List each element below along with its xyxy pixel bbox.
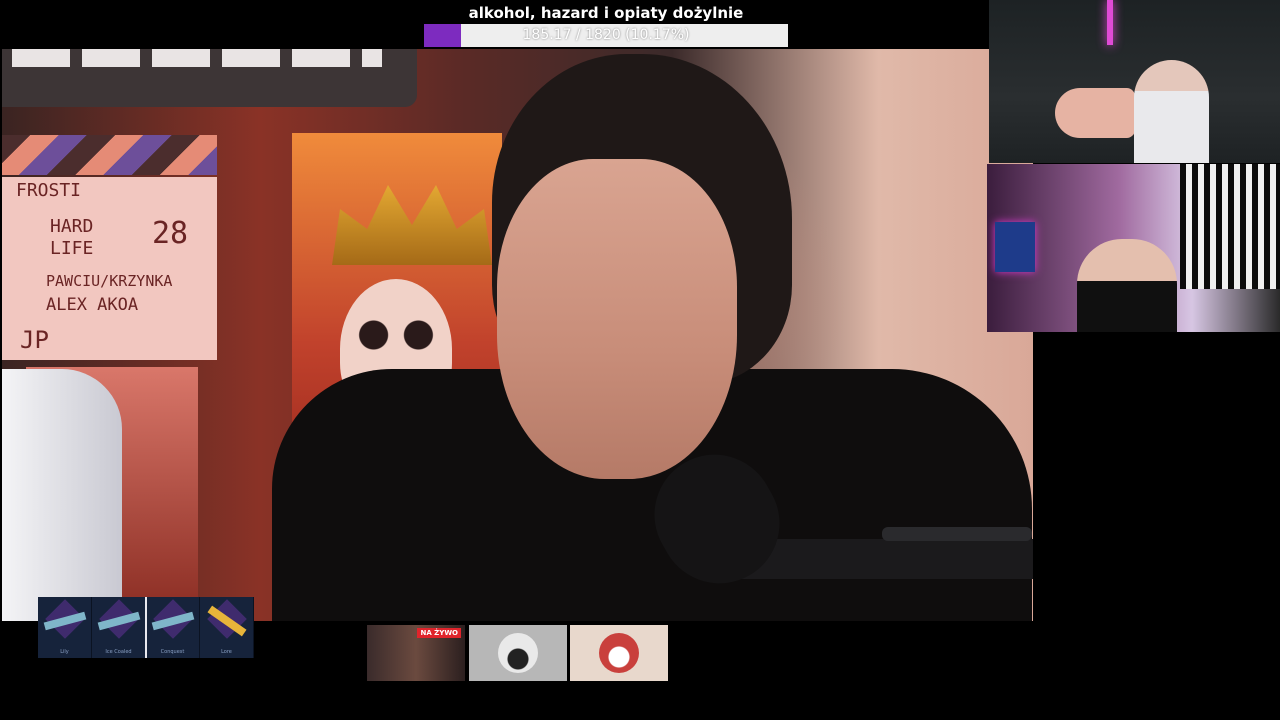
live-badge: NA ŻYWO [417, 628, 461, 638]
clapperboard: FROSTI HARD LIFE 28 PAWCIU/KRZYNKA ALEX … [2, 177, 217, 360]
money-thumbnail[interactable] [570, 625, 668, 681]
case-item: Conquest [146, 597, 200, 658]
clapper-initials: JP [20, 326, 49, 354]
case-item-caption: Lily [60, 649, 69, 655]
gun-icon [43, 611, 87, 631]
clapper-names-2: ALEX AKOA [46, 295, 139, 315]
gamer-legs [1055, 88, 1135, 138]
case-selector-marker [145, 597, 147, 658]
host-face [497, 159, 737, 479]
clapper-scene-2: LIFE [50, 238, 94, 259]
case-item: Ice Coaled [92, 597, 146, 658]
guest-shoulder [2, 369, 122, 621]
car-avatar-icon [498, 633, 538, 673]
live-stream-thumbnail[interactable]: NA ŻYWO [367, 625, 465, 681]
knife-icon [207, 605, 247, 637]
case-item-caption: Ice Coaled [105, 649, 132, 655]
mic-arm-upper [882, 527, 1032, 541]
clapperboard-stripes [2, 135, 217, 175]
car-thumbnail[interactable] [469, 625, 567, 681]
goal-progress-text: 185.17 / 1820 (10.17%) [522, 27, 690, 43]
clapper-scene-1: HARD [50, 216, 94, 237]
money-avatar-icon [599, 633, 639, 673]
striped-curtain [1180, 164, 1280, 289]
gun-icon [97, 611, 141, 631]
webcam-bottom [987, 164, 1280, 332]
clapper-take: 28 [152, 216, 189, 251]
clapper-title: FROSTI [16, 180, 82, 201]
goal-title: alkohol, hazard i opiaty dożylnie [468, 4, 744, 22]
arcade-machine-icon [995, 222, 1035, 272]
gamer-person [1134, 60, 1209, 163]
main-video[interactable]: FROSTI HARD LIFE 28 PAWCIU/KRZYNKA ALEX … [2, 49, 1033, 621]
clapper-names-1: PAWCIU/KRZYNKA [46, 272, 173, 290]
wall-sign-letters [12, 49, 382, 67]
case-item-caption: Conquest [160, 649, 185, 655]
case-item: Lore [200, 597, 254, 658]
webcam-top [989, 0, 1280, 163]
goal-progress-bar: 185.17 / 1820 (10.17%) [424, 24, 788, 47]
gun-icon [151, 611, 195, 631]
neon-light [1107, 0, 1113, 45]
case-item: Lily [38, 597, 92, 658]
wall-sign [2, 49, 417, 107]
streamer-person [1077, 239, 1177, 332]
mic-arm [732, 539, 1033, 579]
case-item-caption: Lore [221, 649, 232, 655]
